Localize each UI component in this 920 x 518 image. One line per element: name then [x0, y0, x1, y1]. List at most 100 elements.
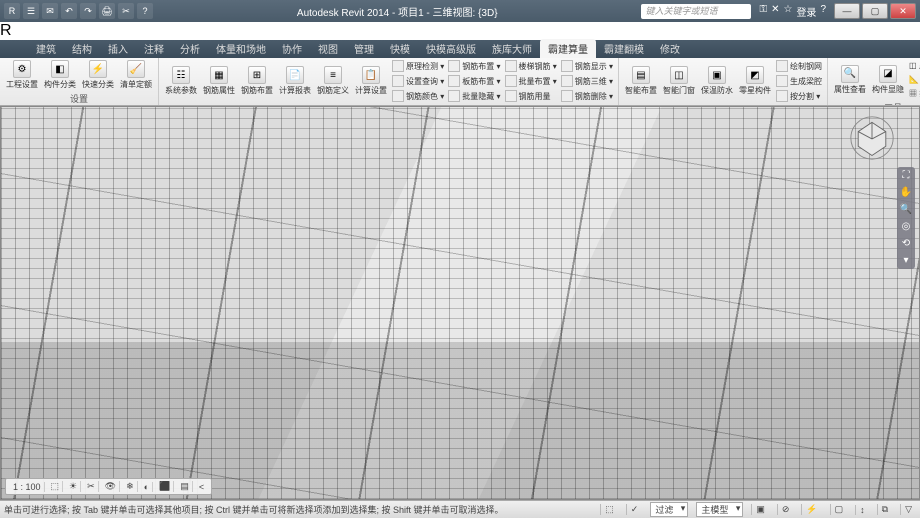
scale-selector[interactable]: 1 : 100	[10, 482, 45, 492]
tab-bajian-model[interactable]: 霸建翻模	[596, 39, 652, 58]
height-adjust-button[interactable]: 📐 高度调整	[908, 73, 920, 86]
maximize-button[interactable]: ▢	[862, 3, 888, 19]
3d-viewport[interactable]: ⛶ ✋ 🔍 ◎ ⟲ ▾ 1 : 100 ⬚ ☀ ✂ 👁 ❄ ◐ ⬛ ▤ <	[0, 106, 920, 500]
tab-bajian-calc[interactable]: 霸建算量	[540, 39, 596, 58]
render-button[interactable]: ▤	[177, 481, 193, 492]
show-hidden-button[interactable]: 👁	[102, 481, 120, 492]
visual-style-button[interactable]: ☀	[66, 481, 81, 492]
status-icon-6[interactable]: ▢	[830, 504, 848, 515]
rewind-icon[interactable]: ⟲	[902, 238, 910, 249]
bill-quota-button[interactable]: 🧹清单定额	[118, 59, 154, 91]
by-split-button[interactable]: 按分割 ▾	[775, 89, 823, 103]
tab-massing[interactable]: 体量和场地	[208, 39, 274, 58]
rebar-display-button[interactable]: 钢筋显示 ▾	[560, 59, 614, 73]
rebar-layout2-button[interactable]: 钢筋布置 ▾	[447, 59, 501, 73]
by-split2-button[interactable]: ▦ 按分割 ▾	[908, 87, 920, 100]
check-icon	[392, 60, 404, 72]
favorite-icon[interactable]: ☆	[783, 4, 792, 19]
tab-manage[interactable]: 管理	[346, 39, 382, 58]
search-input[interactable]: 键入关键字或短语	[641, 4, 751, 19]
tab-collaborate[interactable]: 协作	[274, 39, 310, 58]
shadows-button[interactable]: ⬛	[156, 481, 174, 492]
draw-mesh-button[interactable]: 绘制钢网	[775, 59, 823, 73]
status-icon-1[interactable]: ⬚	[600, 504, 618, 515]
reveal-button[interactable]: <	[196, 482, 207, 492]
temporary-hide-button[interactable]: ❄	[123, 481, 138, 492]
quick-classify-button[interactable]: ⚡快速分类	[80, 59, 116, 91]
minimize-button[interactable]: —	[834, 3, 860, 19]
delete-icon	[561, 90, 573, 102]
show-component-button[interactable]: ◫ 显示构件	[908, 59, 920, 72]
rebar-color-button[interactable]: 钢筋颜色 ▾	[391, 89, 445, 103]
tab-analyze[interactable]: 分析	[172, 39, 208, 58]
nav-more-icon[interactable]: ▾	[903, 255, 908, 266]
gen-beam-button[interactable]: 生成梁腔	[775, 74, 823, 88]
status-icon-8[interactable]: ⧉	[877, 504, 892, 515]
exchange-icon[interactable]: ✕	[771, 4, 779, 19]
status-icon-9[interactable]: ▽	[900, 504, 916, 515]
rebar-delete-button[interactable]: 钢筋删除 ▾	[560, 89, 614, 103]
cube-icon	[561, 75, 573, 87]
rebar-layout-button[interactable]: ⊞钢筋布置	[239, 65, 275, 97]
batch-layout-button[interactable]: 批量布置 ▾	[504, 74, 558, 88]
rebar-props-button[interactable]: ▦钢筋属性	[201, 65, 237, 97]
tab-view[interactable]: 视图	[310, 39, 346, 58]
insulation-button[interactable]: ▣保温防水	[699, 65, 735, 97]
hide-icon	[448, 90, 460, 102]
tab-insert[interactable]: 插入	[100, 39, 136, 58]
status-icon-2[interactable]: ✓	[626, 504, 643, 515]
crop-button[interactable]: ✂	[84, 481, 99, 492]
principle-check-button[interactable]: 原理检测 ▾	[391, 59, 445, 73]
tab-annotate[interactable]: 注释	[136, 39, 172, 58]
calc-report-button[interactable]: 📄计算报表	[277, 65, 313, 97]
batch-hide-button[interactable]: 批量隐藏 ▾	[447, 89, 501, 103]
view-cube[interactable]	[849, 115, 895, 161]
rebar-define-button[interactable]: ≡钢筋定义	[315, 65, 351, 97]
stair-rebar-button[interactable]: 楼梯钢筋 ▾	[504, 59, 558, 73]
orbit-icon[interactable]: ◎	[902, 221, 911, 232]
calc-settings-button[interactable]: 📋计算设置	[353, 65, 389, 97]
app-menu-button[interactable]: R	[4, 3, 20, 19]
system-params-button[interactable]: ☷系统参数	[163, 65, 199, 97]
revit-logo[interactable]: R	[0, 22, 920, 40]
tab-quickmodel-adv[interactable]: 快模高级版	[418, 39, 484, 58]
tab-modify[interactable]: 修改	[652, 39, 688, 58]
filter-selector[interactable]: 过滤	[650, 502, 688, 517]
smart-door-button[interactable]: ◫智能门窗	[661, 65, 697, 97]
pan-icon[interactable]: ✋	[900, 187, 912, 198]
status-icon-4[interactable]: ⊘	[777, 504, 794, 515]
fullnav-icon[interactable]: ⛶	[903, 170, 910, 181]
rebar-usage-button[interactable]: 钢筋用量	[504, 89, 558, 103]
misc-parts-button[interactable]: ◩零星构件	[737, 65, 773, 97]
tab-quickmodel[interactable]: 快模	[382, 39, 418, 58]
prop-view-button[interactable]: 🔍属性查看	[832, 64, 868, 96]
rebar-3d-button[interactable]: 钢筋三维 ▾	[560, 74, 614, 88]
status-icon-5[interactable]: ⚡	[801, 504, 821, 515]
component-classify-button[interactable]: ◧构件分类	[42, 59, 78, 91]
qat-print[interactable]: 🖨	[99, 3, 115, 19]
smart-layout-button[interactable]: ▤智能布置	[623, 65, 659, 97]
tab-structure[interactable]: 结构	[64, 39, 100, 58]
help-icon[interactable]: ?	[820, 4, 826, 19]
tab-family-master[interactable]: 族库大师	[484, 39, 540, 58]
sun-path-button[interactable]: ◐	[141, 482, 153, 492]
qat-redo[interactable]: ↷	[80, 3, 96, 19]
component-visibility-button[interactable]: ◪构件显隐	[870, 64, 906, 96]
zoom-icon[interactable]: 🔍	[900, 204, 912, 215]
project-settings-button[interactable]: ⚙工程设置	[4, 59, 40, 91]
signin-button[interactable]: 登录	[796, 4, 816, 19]
slab-rebar-button[interactable]: 板筋布置 ▾	[447, 74, 501, 88]
qat-cut[interactable]: ✂	[118, 3, 134, 19]
close-button[interactable]: ✕	[890, 3, 916, 19]
qat-open[interactable]: ☰	[23, 3, 39, 19]
detail-level-button[interactable]: ⬚	[48, 481, 64, 492]
qat-undo[interactable]: ↶	[61, 3, 77, 19]
qat-save[interactable]: ✉	[42, 3, 58, 19]
status-icon-7[interactable]: ↕	[855, 505, 869, 515]
settings-query-button[interactable]: 设置查询 ▾	[391, 74, 445, 88]
subscription-icon[interactable]: ⚿	[759, 4, 767, 19]
status-icon-3[interactable]: ▣	[751, 504, 769, 515]
tab-architecture[interactable]: 建筑	[28, 39, 64, 58]
model-selector[interactable]: 主模型	[696, 502, 743, 517]
qat-help[interactable]: ?	[137, 3, 153, 19]
